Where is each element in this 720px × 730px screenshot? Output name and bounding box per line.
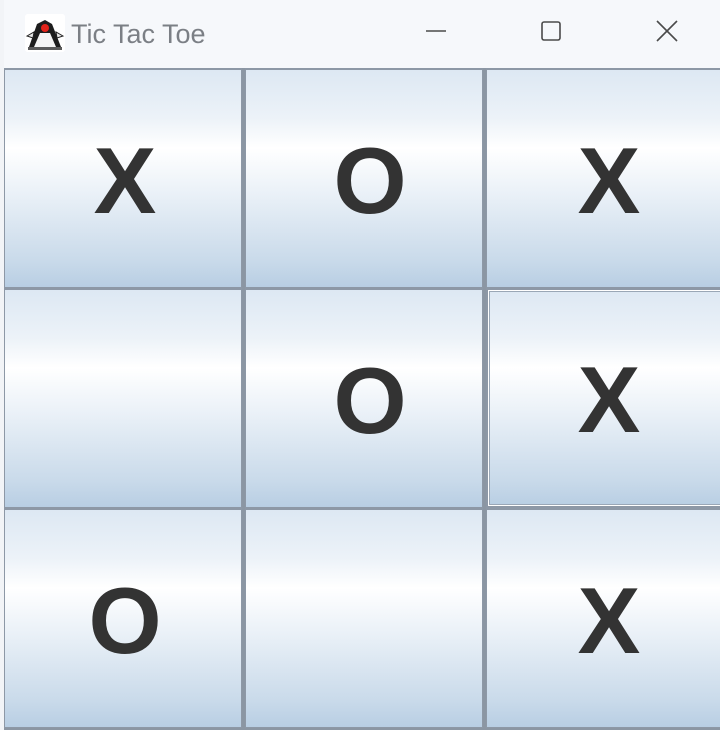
window-title: Tic Tac Toe bbox=[71, 19, 206, 49]
cell-mark: X bbox=[577, 567, 641, 673]
game-board: X O X O X O X bbox=[4, 68, 720, 730]
close-icon bbox=[655, 19, 679, 47]
cell-mark: O bbox=[333, 127, 407, 233]
cell-2-1[interactable] bbox=[245, 508, 483, 728]
app-window: Tic Tac Toe X O X O X O X bbox=[0, 0, 720, 730]
cell-2-0[interactable]: O bbox=[4, 508, 242, 728]
cell-mark: X bbox=[93, 127, 157, 233]
maximize-icon bbox=[540, 20, 562, 46]
cell-0-0[interactable]: X bbox=[4, 68, 242, 288]
minimize-icon bbox=[425, 20, 447, 46]
cell-mark: O bbox=[88, 567, 162, 673]
title-bar[interactable]: Tic Tac Toe bbox=[4, 0, 720, 68]
maximize-button[interactable] bbox=[528, 14, 574, 52]
minimize-button[interactable] bbox=[413, 14, 459, 52]
cell-1-1[interactable]: O bbox=[245, 288, 483, 508]
cell-mark: X bbox=[577, 127, 641, 233]
cell-2-2[interactable]: X bbox=[486, 508, 720, 728]
java-duke-icon[interactable] bbox=[25, 14, 65, 52]
cell-0-2[interactable]: X bbox=[486, 68, 720, 288]
cell-1-0[interactable] bbox=[4, 288, 242, 508]
cell-1-2[interactable]: X bbox=[486, 288, 720, 508]
cell-mark: X bbox=[577, 347, 641, 452]
cell-mark: O bbox=[333, 347, 407, 453]
cell-0-1[interactable]: O bbox=[245, 68, 483, 288]
close-button[interactable] bbox=[644, 14, 690, 52]
